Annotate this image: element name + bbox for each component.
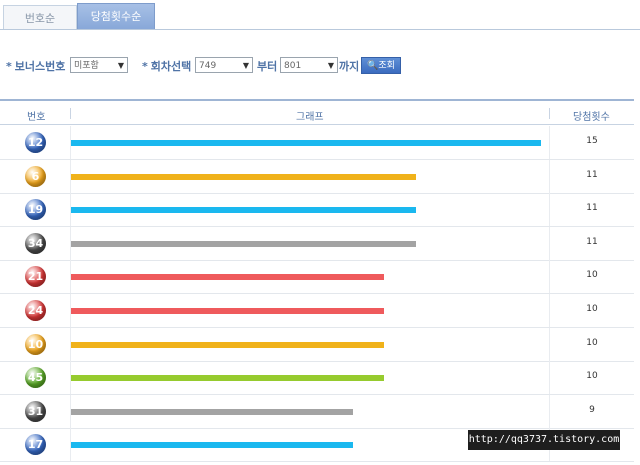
bonus-filter-label: * 보너스번호 bbox=[6, 60, 66, 73]
search-button-label: 조회 bbox=[378, 61, 395, 71]
table-row: 19 11 bbox=[0, 193, 634, 228]
chart-bar bbox=[71, 341, 384, 348]
tab-win-count-order[interactable]: 당첨횟수순 bbox=[77, 3, 155, 30]
bonus-label-text: 보너스번호 bbox=[14, 60, 66, 73]
number-ball: 31 bbox=[25, 400, 46, 422]
chart-bar bbox=[71, 140, 541, 146]
table-row: 21 10 bbox=[0, 260, 634, 295]
chart-bar bbox=[71, 442, 353, 449]
round-from-value: 749 bbox=[199, 61, 217, 71]
bonus-select[interactable]: 미포함 ▼ bbox=[70, 57, 128, 73]
number-ball: 17 bbox=[25, 434, 46, 456]
chevron-down-icon: ▼ bbox=[117, 61, 124, 70]
round-to-value: 801 bbox=[284, 61, 302, 71]
filter-bar: * 보너스번호 미포함 ▼ * 회차선택 749 ▼ 부터 801 ▼ 까지 🔍조회 bbox=[6, 57, 636, 75]
round-to-select[interactable]: 801 ▼ bbox=[280, 57, 338, 73]
table-row: 45 10 bbox=[0, 361, 634, 396]
win-count-value: 10 bbox=[586, 371, 598, 382]
win-count-value: 15 bbox=[586, 136, 598, 146]
table-row: 10 10 bbox=[0, 327, 634, 362]
number-ball: 10 bbox=[25, 333, 46, 355]
table-row: 34 11 bbox=[0, 226, 634, 261]
table-row: 31 9 bbox=[0, 394, 634, 429]
chart-bar bbox=[71, 274, 384, 281]
tab-bar: 번호순 당첨횟수순 bbox=[0, 0, 640, 30]
chart-bar bbox=[71, 240, 416, 247]
number-ball: 34 bbox=[25, 232, 46, 254]
tab-number-order[interactable]: 번호순 bbox=[3, 5, 77, 29]
number-ball: 21 bbox=[25, 266, 46, 288]
header-number: 번호 bbox=[27, 112, 46, 123]
chart-bar bbox=[71, 308, 384, 314]
tab-divider bbox=[0, 29, 640, 30]
chevron-down-icon: ▼ bbox=[327, 61, 334, 70]
round-label-text: 회차선택 bbox=[150, 60, 192, 73]
win-count-value: 11 bbox=[586, 169, 598, 180]
number-ball: 12 bbox=[25, 132, 46, 153]
number-ball: 45 bbox=[25, 367, 46, 389]
chart-bar bbox=[71, 408, 353, 415]
search-icon: 🔍 bbox=[367, 61, 379, 71]
round-filter-label: * 회차선택 bbox=[142, 60, 192, 73]
win-count-value: 11 bbox=[586, 203, 598, 214]
number-ball: 6 bbox=[25, 165, 46, 187]
to-suffix: 까지 bbox=[339, 60, 360, 73]
win-count-value: 10 bbox=[586, 304, 598, 314]
number-ball: 19 bbox=[25, 199, 46, 221]
table-row: 6 11 bbox=[0, 159, 634, 194]
from-suffix: 부터 bbox=[257, 60, 278, 73]
win-count-value: 9 bbox=[589, 404, 595, 415]
header-separator bbox=[549, 108, 550, 119]
watermark: http://qq3737.tistory.com bbox=[468, 430, 620, 450]
table-row: 12 15 bbox=[0, 126, 634, 160]
header-graph: 그래프 bbox=[296, 112, 324, 123]
chart-bar bbox=[71, 207, 416, 214]
round-from-select[interactable]: 749 ▼ bbox=[195, 57, 253, 73]
chart-bar bbox=[71, 173, 416, 180]
header-count: 당첨횟수 bbox=[573, 112, 610, 123]
chevron-down-icon: ▼ bbox=[242, 61, 249, 70]
search-button[interactable]: 🔍조회 bbox=[361, 57, 401, 74]
bonus-select-value: 미포함 bbox=[74, 61, 99, 71]
win-count-value: 10 bbox=[586, 270, 598, 281]
win-count-value: 11 bbox=[586, 236, 598, 247]
table-row: 24 10 bbox=[0, 294, 634, 328]
table-header: 번호 그래프 당첨횟수 bbox=[0, 99, 634, 125]
number-ball: 24 bbox=[25, 300, 46, 321]
header-separator bbox=[70, 108, 71, 119]
chart-bar bbox=[71, 375, 384, 382]
win-count-value: 10 bbox=[586, 337, 598, 348]
